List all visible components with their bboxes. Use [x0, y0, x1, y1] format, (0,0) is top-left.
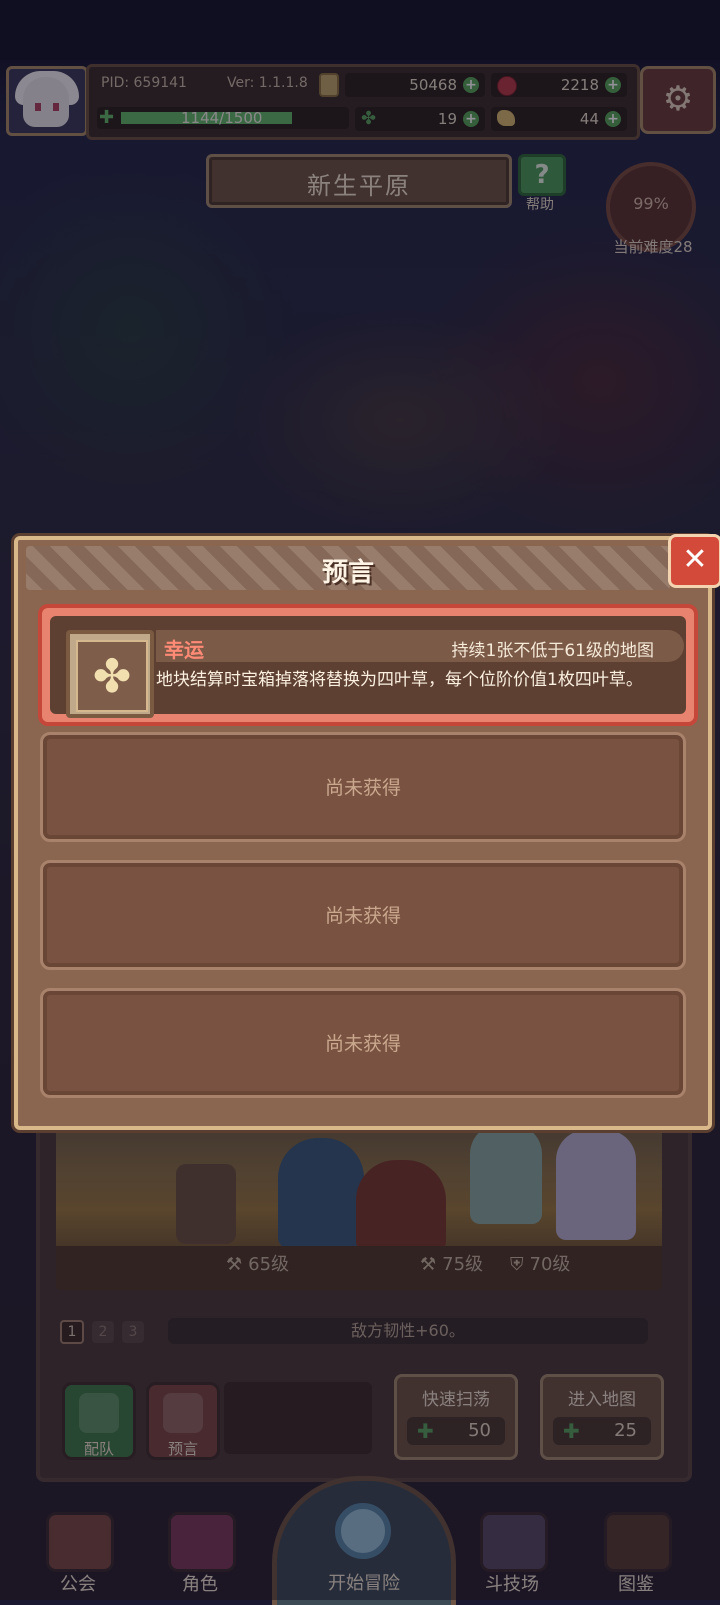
prophecy-dialog: 预言 ✕ ✤ 幸运 持续1张不低于61级的地图 地块结算时宝箱掉落将替换为四叶草… — [14, 534, 720, 1130]
dialog-header: 预言 — [26, 546, 670, 590]
prophecy-description: 地块结算时宝箱掉落将替换为四叶草，每个位阶价值1枚四叶草。 — [156, 670, 643, 690]
prophecy-slot-empty: 尚未获得 — [40, 988, 686, 1098]
empty-slot-label: 尚未获得 — [324, 1033, 401, 1055]
empty-slot-label: 尚未获得 — [324, 777, 401, 799]
empty-slot-label: 尚未获得 — [324, 905, 401, 927]
prophecy-icon-bg: ✤ — [76, 640, 148, 712]
close-icon: ✕ — [682, 542, 708, 577]
prophecy-slot-empty: 尚未获得 — [40, 732, 686, 842]
prophecy-duration: 持续1张不低于61级的地图 — [451, 641, 654, 661]
prophecy-name: 幸运 — [164, 638, 204, 662]
prophecy-slot-empty: 尚未获得 — [40, 860, 686, 970]
prophecy-card-body: ✤ 幸运 持续1张不低于61级的地图 地块结算时宝箱掉落将替换为四叶草，每个位阶… — [50, 616, 686, 718]
four-leaf-clover-icon: ✤ — [92, 649, 132, 703]
dialog-title: 预言 — [321, 558, 374, 588]
prophecy-icon-frame: ✤ — [66, 630, 154, 718]
close-button[interactable]: ✕ — [668, 534, 720, 588]
prophecy-card[interactable]: ✤ 幸运 持续1张不低于61级的地图 地块结算时宝箱掉落将替换为四叶草，每个位阶… — [38, 604, 698, 726]
